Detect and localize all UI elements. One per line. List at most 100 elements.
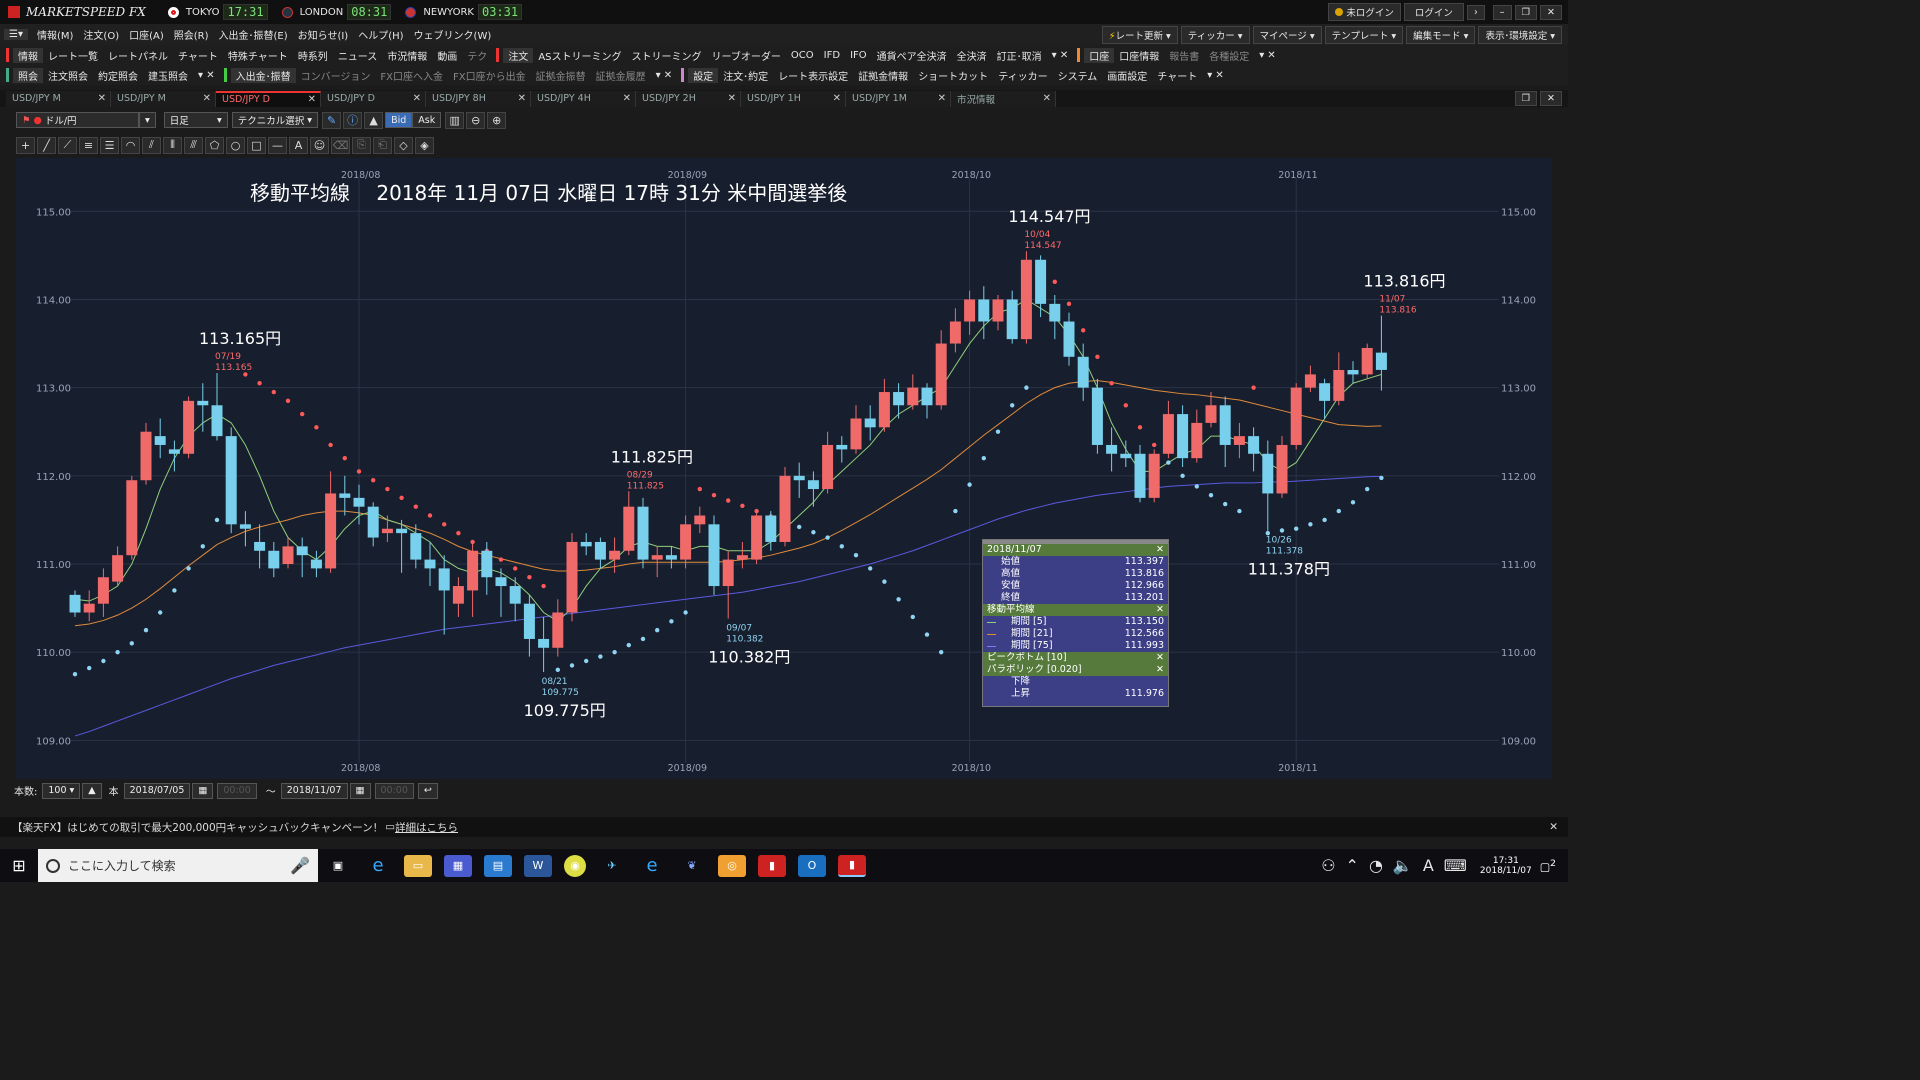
menu-order[interactable]: 注文(O) [78,27,124,42]
rectangle-icon[interactable]: □ [247,136,266,154]
zoom-out-icon[interactable]: ⊖ [466,111,486,129]
edit-mode-button[interactable]: 編集モード ▾ [1406,25,1476,44]
calendar-icon[interactable]: ▦ [349,782,371,799]
pinned-app-icon[interactable]: ✈ [598,855,626,877]
rate-update-button[interactable]: ⚡レート更新 ▾ [1101,25,1178,44]
close-icon[interactable]: ✕ [1156,664,1164,676]
menu-notice[interactable]: お知らせ(I) [293,27,354,42]
menu-help[interactable]: ヘルプ(H) [353,27,408,42]
vertical-lines-icon[interactable]: ⫴ [163,136,182,154]
people-icon[interactable]: ⚇ [1316,856,1340,875]
close-icon[interactable]: ✕ [728,93,736,104]
toolbar-item[interactable]: ニュース [333,48,383,63]
bid-toggle[interactable]: Bid [385,112,413,128]
notification-icon[interactable]: ▢2 [1540,858,1556,874]
task-view-icon[interactable]: ▣ [324,855,352,877]
tab-usdjpy-1h[interactable]: USD/JPY 1H ✕ [741,90,846,107]
close-icon[interactable]: ✕ [1156,652,1164,664]
toolbar-item[interactable]: 証拠金履歴 [591,68,651,83]
toolbar-item[interactable]: システム [1053,68,1103,83]
template-button[interactable]: テンプレート ▾ [1324,25,1404,44]
microphone-icon[interactable]: 🎤 [290,856,310,875]
arc-icon[interactable]: ◠ [121,136,140,154]
close-icon[interactable]: ✕ [518,93,526,104]
maximize-icon[interactable]: ❐ [1514,4,1538,20]
edge-icon[interactable]: e [638,855,666,877]
line-icon[interactable]: — [268,136,287,154]
login-button[interactable]: ログイン [1403,3,1464,21]
channel-icon[interactable]: ☰ [100,136,119,154]
close-icon[interactable]: ✕ [1156,604,1164,616]
count-select[interactable]: 100 ▾ [42,782,81,799]
menu-fund[interactable]: 入出金･振替(E) [214,27,293,42]
horizontal-lines-icon[interactable]: ≡ [79,136,98,154]
toolbar-item[interactable]: 建玉照会 [143,68,193,83]
eraser-all-icon[interactable]: ◈ [415,136,434,154]
eraser-icon[interactable]: ◇ [394,136,413,154]
toolbar-item[interactable]: 訂正･取消 [992,48,1047,63]
toolbar-item[interactable]: ショートカット [913,68,993,83]
toolbar-item[interactable]: ストリーミング [627,48,707,63]
tab-usdjpy-m[interactable]: USD/JPY M ✕ [6,90,111,107]
close-icon[interactable]: ✕ [623,93,631,104]
zoom-in-icon[interactable]: ⊕ [487,111,507,129]
marketspeed-icon[interactable]: ▮ [758,854,786,877]
display-settings-button[interactable]: 表示･環境設定 ▾ [1478,25,1562,44]
toolbar-item[interactable]: FX口座へ入金 [375,68,448,83]
chevron-up-icon[interactable]: ⌃ [1341,856,1364,875]
toolbar-item[interactable]: 時系列 [293,48,333,63]
gann-icon[interactable]: ⫻ [184,136,203,154]
circle-icon[interactable]: ○ [226,136,245,154]
from-time-input[interactable]: 00:00 [217,782,257,799]
toolbar-item[interactable]: IFD [819,50,845,61]
tab-usdjpy-2h[interactable]: USD/JPY 2H ✕ [636,90,741,107]
menu-weblink[interactable]: ウェブリンク(W) [409,27,497,42]
marketspeed-fx-icon[interactable]: ▮ [838,854,866,877]
chrome-icon[interactable]: ◉ [564,854,586,877]
toolbar-item[interactable]: 各種設定 [1204,48,1254,63]
restore-window-icon[interactable]: ❐ [1514,91,1538,106]
close-icon[interactable]: ✕ [1549,821,1558,833]
tab-usdjpy-4h[interactable]: USD/JPY 4H ✕ [531,90,636,107]
close-icon[interactable]: ▾ ✕ [1254,50,1281,61]
close-icon[interactable]: ✕ [833,93,841,104]
file-explorer-icon[interactable]: ▭ [404,854,432,877]
toolbar-item[interactable]: 動画 [432,48,462,63]
edge-browser-icon[interactable]: e [364,855,392,877]
outlook-icon[interactable]: O [798,854,826,877]
close-icon[interactable]: ▾ ✕ [1047,50,1074,61]
toolbar-item[interactable]: 特殊チャート [223,48,293,63]
toolbar-item[interactable]: リーブオーダー [707,48,786,63]
area-chart-icon[interactable]: ▲ [364,111,384,129]
close-icon[interactable]: ✕ [1156,544,1164,556]
currency-select[interactable]: ⚑ ● ドル/円 [16,112,139,128]
windows-start-icon[interactable]: ⊞ [0,856,38,875]
technical-select[interactable]: テクニカル選択 ▾ [231,112,319,128]
chevron-right-icon[interactable]: › [1466,4,1485,20]
close-icon[interactable]: ▾ ✕ [1202,70,1229,81]
ruler-icon[interactable]: ⟋ [58,136,77,154]
taskbar-clock[interactable]: 17:31 2018/11/07 [1480,856,1532,876]
info-icon[interactable]: ⓘ [343,111,363,129]
paste-icon[interactable]: ⎗ [373,136,392,154]
toolbar-item[interactable]: ティッカー [993,68,1052,83]
ask-toggle[interactable]: Ask [412,112,442,128]
trendline-icon[interactable]: ╱ [37,136,56,154]
toolbar-item[interactable]: 口座情報 [1114,48,1164,63]
toolbar-item[interactable]: レート一覧 [43,48,103,63]
network-icon[interactable]: ◔ [1364,856,1388,875]
refresh-icon[interactable]: ↩ [417,782,438,799]
toolbar-item[interactable]: 証拠金振替 [531,68,591,83]
toolbar-item[interactable]: 通貨ペア全決済 [872,48,952,63]
toolbar-item[interactable]: 注文照会 [43,68,93,83]
toolbar-item[interactable]: チャート [173,48,223,63]
pen-icon[interactable]: ✎ [322,111,342,129]
toolbar-item[interactable]: 証拠金情報 [853,68,913,83]
tab-usdjpy-1m[interactable]: USD/JPY 1M ✕ [846,90,951,107]
tab-usdjpy-d[interactable]: USD/JPY D ✕ [321,90,426,107]
keyboard-icon[interactable]: ⌨ [1439,856,1472,875]
to-time-input[interactable]: 00:00 [374,782,414,799]
orange-app-icon[interactable]: ◎ [718,854,746,877]
toolbar-item[interactable]: FX口座から出金 [448,68,531,83]
period-select[interactable]: 日足 ▾ [163,112,228,128]
